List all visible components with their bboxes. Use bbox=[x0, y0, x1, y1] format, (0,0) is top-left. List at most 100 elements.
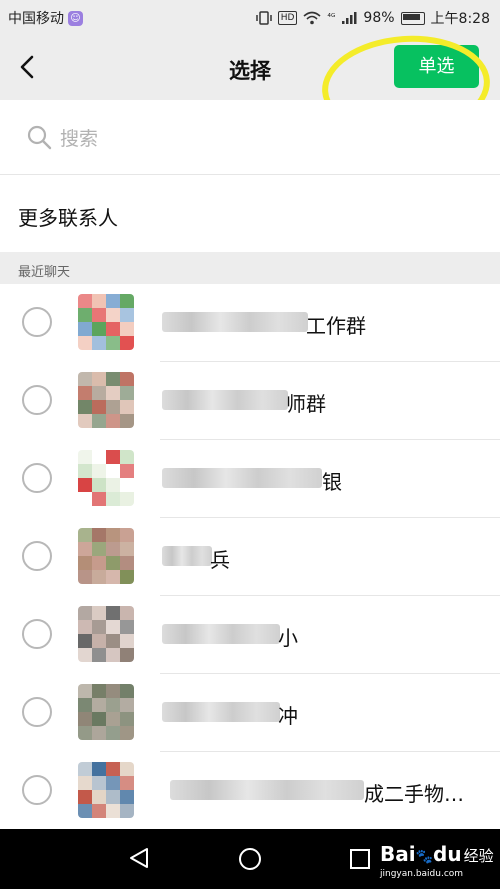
avatar-tile bbox=[120, 606, 134, 620]
avatar-tile bbox=[78, 712, 92, 726]
avatar-tile bbox=[92, 804, 106, 818]
avatar-tile bbox=[120, 790, 134, 804]
avatar-tile bbox=[106, 478, 120, 492]
avatar-tile bbox=[92, 372, 106, 386]
avatar-tile bbox=[120, 528, 134, 542]
avatar-tile bbox=[120, 492, 134, 506]
avatar-tile bbox=[78, 726, 92, 740]
avatar-tile bbox=[78, 570, 92, 584]
blurred-name bbox=[162, 468, 322, 488]
nav-recent-icon[interactable] bbox=[350, 849, 370, 869]
avatar-tile bbox=[92, 634, 106, 648]
avatar-tile bbox=[92, 478, 106, 492]
avatar-tile bbox=[120, 372, 134, 386]
avatar-tile bbox=[92, 776, 106, 790]
contact-name: 成二手物… bbox=[364, 782, 464, 806]
avatar-tile bbox=[78, 556, 92, 570]
blurred-name bbox=[162, 702, 280, 722]
avatar-tile bbox=[120, 570, 134, 584]
avatar-tile bbox=[92, 400, 106, 414]
avatar-tile bbox=[78, 634, 92, 648]
paw-icon: 🐾 bbox=[415, 849, 434, 865]
battery-icon bbox=[400, 11, 425, 25]
group-avatar bbox=[78, 762, 134, 818]
radio-button[interactable] bbox=[22, 541, 52, 571]
title-bar: 选择 单选 bbox=[0, 30, 500, 142]
radio-button[interactable] bbox=[22, 463, 52, 493]
signal-icon bbox=[342, 12, 357, 24]
contact-row[interactable]: 工作群 bbox=[0, 284, 500, 362]
search-bar[interactable]: 搜索 bbox=[0, 100, 500, 175]
nav-home-icon[interactable] bbox=[237, 846, 263, 872]
avatar-tile bbox=[78, 386, 92, 400]
contact-avatar bbox=[78, 684, 134, 740]
avatar-tile bbox=[92, 762, 106, 776]
contact-name: 工作群 bbox=[306, 314, 366, 338]
avatar-tile bbox=[78, 762, 92, 776]
battery-percent: 98% bbox=[363, 10, 395, 26]
radio-button[interactable] bbox=[22, 385, 52, 415]
avatar-tile bbox=[92, 790, 106, 804]
search-icon bbox=[27, 125, 52, 150]
avatar-tile bbox=[106, 492, 120, 506]
avatar-tile bbox=[106, 542, 120, 556]
radio-button[interactable] bbox=[22, 619, 52, 649]
blurred-name bbox=[162, 312, 308, 332]
avatar-tile bbox=[92, 620, 106, 634]
avatar-tile bbox=[120, 414, 134, 428]
avatar-tile bbox=[106, 400, 120, 414]
avatar-tile bbox=[120, 542, 134, 556]
radio-button[interactable] bbox=[22, 775, 52, 805]
contact-row[interactable]: 成二手物… bbox=[0, 752, 500, 830]
avatar-tile bbox=[78, 336, 92, 350]
carrier-group: 中国移动 ☺ bbox=[8, 8, 83, 28]
avatar-tile bbox=[120, 294, 134, 308]
single-select-button[interactable]: 单选 bbox=[394, 45, 479, 88]
avatar-tile bbox=[78, 684, 92, 698]
avatar-tile bbox=[120, 762, 134, 776]
avatar-tile bbox=[106, 698, 120, 712]
avatar-tile bbox=[106, 648, 120, 662]
avatar-tile bbox=[106, 322, 120, 336]
avatar-tile bbox=[120, 620, 134, 634]
avatar-tile bbox=[78, 308, 92, 322]
radio-button[interactable] bbox=[22, 307, 52, 337]
avatar-tile bbox=[120, 322, 134, 336]
avatar-tile bbox=[120, 336, 134, 350]
avatar-tile bbox=[92, 386, 106, 400]
avatar-tile bbox=[92, 542, 106, 556]
contact-row[interactable]: 银 bbox=[0, 440, 500, 518]
baidu-watermark: Bai🐾du 经验 bbox=[380, 842, 494, 866]
avatar-tile bbox=[120, 698, 134, 712]
contact-name: 银 bbox=[322, 470, 342, 494]
vibrate-icon bbox=[255, 11, 272, 25]
avatar-tile bbox=[120, 684, 134, 698]
blurred-name bbox=[162, 624, 280, 644]
avatar-tile bbox=[106, 790, 120, 804]
avatar-tile bbox=[92, 712, 106, 726]
avatar-tile bbox=[92, 492, 106, 506]
avatar-tile bbox=[120, 400, 134, 414]
search-input[interactable]: 搜索 bbox=[60, 124, 98, 151]
avatar-tile bbox=[106, 386, 120, 400]
avatar-tile bbox=[78, 790, 92, 804]
nav-back-icon[interactable] bbox=[127, 846, 151, 870]
avatar-tile bbox=[78, 478, 92, 492]
more-contacts-item[interactable]: 更多联系人 bbox=[0, 175, 500, 252]
contact-row[interactable]: 兵 bbox=[0, 518, 500, 596]
avatar-tile bbox=[120, 478, 134, 492]
group-avatar bbox=[78, 450, 134, 506]
contact-row[interactable]: 小 bbox=[0, 596, 500, 674]
radio-button[interactable] bbox=[22, 697, 52, 727]
avatar-tile bbox=[106, 556, 120, 570]
contact-row[interactable]: 师群 bbox=[0, 362, 500, 440]
section-title: 最近聊天 bbox=[18, 265, 71, 280]
avatar-tile bbox=[120, 308, 134, 322]
avatar-tile bbox=[92, 414, 106, 428]
contact-row[interactable]: 冲 bbox=[0, 674, 500, 752]
avatar-tile bbox=[106, 762, 120, 776]
avatar-tile bbox=[92, 684, 106, 698]
avatar-tile bbox=[92, 528, 106, 542]
system-nav-bar: Bai🐾du 经验 jingyan.baidu.com bbox=[0, 829, 500, 889]
avatar-tile bbox=[92, 606, 106, 620]
